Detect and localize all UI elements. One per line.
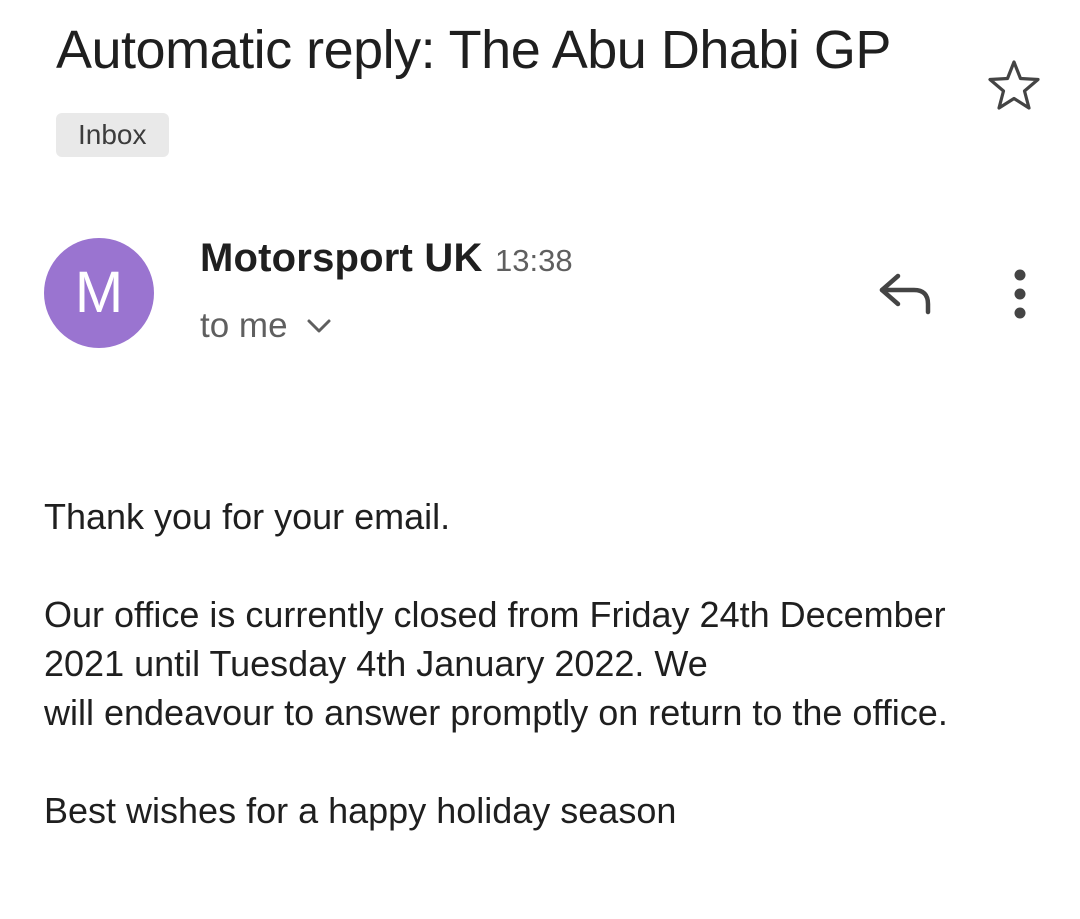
more-options-button[interactable] [1000,268,1040,322]
subject-text: Automatic reply: The Abu Dhabi GP [56,20,891,80]
email-body: Thank you for your email. Our office is … [44,492,1064,835]
chevron-down-icon [307,319,331,333]
email-subject: Automatic reply: The Abu Dhabi GP Inbox [56,6,956,182]
reply-arrow-icon [879,273,931,315]
body-line: 2021 until Tuesday 4th January 2022. We [44,643,708,684]
body-line: will endeavour to answer promptly on ret… [44,692,948,733]
sender-avatar[interactable]: M [44,238,154,348]
body-line: Thank you for your email. [44,496,451,537]
sender-header: Motorsport UK 13:38 [200,236,573,281]
star-button[interactable] [986,58,1042,114]
body-line: Our office is currently closed from Frid… [44,594,946,635]
body-line: Best wishes for a happy holiday season [44,790,677,831]
recipient-text: to me [200,306,288,345]
star-outline-icon [988,60,1040,110]
more-vertical-icon [1014,269,1026,319]
inbox-label-chip[interactable]: Inbox [56,113,169,157]
sender-name[interactable]: Motorsport UK [200,236,483,280]
reply-button[interactable] [876,270,934,318]
email-timestamp: 13:38 [495,243,573,278]
recipient-details-toggle[interactable]: to me [200,306,332,346]
